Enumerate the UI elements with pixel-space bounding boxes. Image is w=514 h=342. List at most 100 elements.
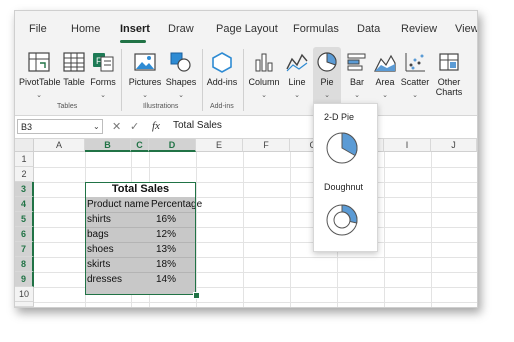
group-separator	[202, 49, 203, 111]
pie-chart-button[interactable]: Pie ⌄	[313, 47, 341, 101]
tab-view[interactable]: View	[455, 23, 477, 35]
addins-label: Add-ins	[206, 77, 238, 87]
row-header-5[interactable]: 5	[15, 212, 34, 227]
column-header-f[interactable]: F	[243, 139, 290, 152]
check-icon[interactable]: ✓	[130, 120, 139, 133]
name-box[interactable]: B3	[17, 119, 103, 134]
shapes-label: Shapes	[165, 77, 197, 87]
chevron-down-icon: ⌄	[294, 92, 300, 99]
row-header-10[interactable]: 10	[15, 287, 34, 302]
tab-draw[interactable]: Draw	[168, 23, 194, 35]
pie-option-icon	[326, 132, 358, 164]
select-all-corner[interactable]	[15, 139, 34, 152]
column-header-j[interactable]: J	[431, 139, 477, 152]
cancel-icon[interactable]: ✕	[112, 120, 121, 133]
row-header-3[interactable]: 3	[15, 182, 34, 197]
gridline	[34, 167, 477, 168]
other-charts-button[interactable]: Other Charts	[431, 47, 467, 101]
gridline	[290, 152, 291, 307]
active-tab-indicator	[120, 40, 146, 43]
area-chart-icon	[374, 54, 396, 72]
column-header-i[interactable]: I	[384, 139, 431, 152]
column-header-c[interactable]: C	[131, 139, 149, 152]
forms-icon: F	[93, 53, 114, 72]
column-header-a[interactable]: A	[34, 139, 85, 152]
row-header-4[interactable]: 4	[15, 197, 34, 212]
row-header-7[interactable]: 7	[15, 242, 34, 257]
row-header-6[interactable]: 6	[15, 227, 34, 242]
chevron-down-icon: ⌄	[142, 92, 148, 99]
addins-icon	[212, 52, 232, 73]
chevron-down-icon: ⌄	[382, 92, 388, 99]
table-label: Table	[63, 77, 85, 87]
bar-chart-label: Bar	[349, 77, 364, 87]
pie-option[interactable]	[322, 128, 362, 168]
bar-chart-icon	[347, 53, 366, 71]
column-header-d[interactable]: D	[149, 139, 196, 152]
section-doughnut: Doughnut	[324, 182, 364, 192]
tab-home[interactable]: Home	[71, 23, 100, 35]
bar-chart-button[interactable]: Bar ⌄	[343, 47, 371, 101]
doughnut-option-icon	[326, 204, 358, 236]
group-label-addins: Add-ins	[210, 103, 234, 110]
row-header-1[interactable]: 1	[15, 152, 34, 167]
insert-function-icon[interactable]: fx	[152, 120, 160, 132]
excel-window: File Home Insert Draw Page Layout Formul…	[14, 10, 478, 308]
pie-chart-label: Pie	[320, 77, 334, 87]
forms-button[interactable]: F Forms ⌄	[89, 47, 117, 101]
row-header-9[interactable]: 9	[15, 272, 34, 287]
tab-page-layout[interactable]: Page Layout	[216, 23, 278, 35]
line-chart-label: Line	[288, 77, 306, 87]
tab-data[interactable]: Data	[357, 23, 380, 35]
scatter-chart-icon	[405, 53, 425, 72]
addins-button[interactable]: Add-ins	[205, 47, 239, 101]
column-chart-button[interactable]: Column ⌄	[247, 47, 281, 101]
doughnut-option[interactable]	[322, 200, 362, 240]
group-separator	[121, 49, 122, 111]
chevron-down-icon: ⌄	[354, 92, 360, 99]
row-header-2[interactable]: 2	[15, 167, 34, 182]
formula-bar: B3 ⌄ ✕ ✓ fx Total Sales	[15, 116, 477, 139]
chevron-down-icon: ⌄	[324, 92, 330, 99]
tab-file[interactable]: File	[29, 23, 47, 35]
scatter-chart-button[interactable]: Scatter ⌄	[399, 47, 431, 101]
section-2d-pie: 2-D Pie	[324, 112, 355, 122]
pivottable-button[interactable]: PivotTable ⌄	[19, 47, 61, 101]
forms-label: Forms	[90, 77, 116, 87]
pie-chart-icon	[317, 52, 337, 72]
column-chart-icon	[255, 53, 273, 72]
table-button[interactable]: Table	[61, 47, 87, 101]
pictures-icon	[134, 53, 156, 71]
other-charts-label: Other	[437, 77, 461, 87]
worksheet-grid[interactable]: A B C D E F G H I J 1 2 3 4 5 6 7 8 9 10	[15, 139, 477, 307]
ribbon: File Home Insert Draw Page Layout Formul…	[15, 11, 477, 116]
formula-input[interactable]: Total Sales	[173, 120, 222, 131]
gridline	[34, 302, 477, 303]
column-header-e[interactable]: E	[196, 139, 243, 152]
scatter-chart-label: Scatter	[400, 77, 430, 87]
row-header-8[interactable]: 8	[15, 257, 34, 272]
group-separator	[243, 49, 244, 111]
pictures-button[interactable]: Pictures ⌄	[127, 47, 163, 101]
table-icon	[63, 52, 85, 72]
tab-formulas[interactable]: Formulas	[293, 23, 339, 35]
shapes-button[interactable]: Shapes ⌄	[164, 47, 198, 101]
pictures-label: Pictures	[128, 77, 162, 87]
fill-handle[interactable]	[193, 292, 200, 299]
tab-insert[interactable]: Insert	[120, 23, 150, 35]
chevron-down-icon[interactable]: ⌄	[93, 119, 100, 134]
line-chart-button[interactable]: Line ⌄	[283, 47, 311, 101]
area-chart-button[interactable]: Area ⌄	[371, 47, 399, 101]
area-chart-label: Area	[375, 77, 395, 87]
chevron-down-icon: ⌄	[261, 92, 267, 99]
gridline	[384, 152, 385, 307]
chevron-down-icon: ⌄	[412, 92, 418, 99]
row-header-11[interactable]	[15, 302, 34, 307]
chevron-down-icon: ⌄	[100, 92, 106, 99]
column-chart-label: Column	[248, 77, 280, 87]
pivottable-label: PivotTable	[19, 77, 61, 87]
gridline	[196, 152, 197, 307]
tab-review[interactable]: Review	[401, 23, 437, 35]
shapes-icon	[170, 52, 191, 72]
column-header-b[interactable]: B	[85, 139, 131, 152]
